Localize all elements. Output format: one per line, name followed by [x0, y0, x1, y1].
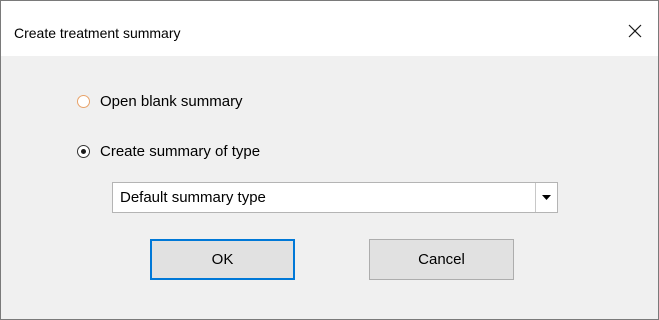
create-treatment-summary-dialog: Create treatment summary Open blank summ… [0, 0, 659, 320]
close-button[interactable] [612, 11, 658, 51]
title-bar: Create treatment summary [1, 1, 658, 56]
chevron-down-icon [542, 194, 551, 200]
option-open-blank-summary[interactable]: Open blank summary [77, 93, 243, 110]
radio-open-blank-summary[interactable] [77, 95, 90, 108]
option-create-summary-of-type-label: Create summary of type [100, 143, 261, 160]
close-icon [628, 24, 642, 38]
cancel-button[interactable]: Cancel [369, 239, 514, 280]
summary-type-select[interactable]: Default summary type [112, 182, 558, 213]
option-create-summary-of-type[interactable]: Create summary of type [77, 143, 260, 160]
summary-type-select-value: Default summary type [120, 189, 266, 206]
dropdown-arrow-button[interactable] [535, 183, 557, 212]
option-open-blank-summary-label: Open blank summary [100, 93, 243, 110]
ok-button[interactable]: OK [150, 239, 295, 280]
dialog-title: Create treatment summary [14, 25, 181, 41]
radio-create-summary-of-type[interactable] [77, 145, 90, 158]
